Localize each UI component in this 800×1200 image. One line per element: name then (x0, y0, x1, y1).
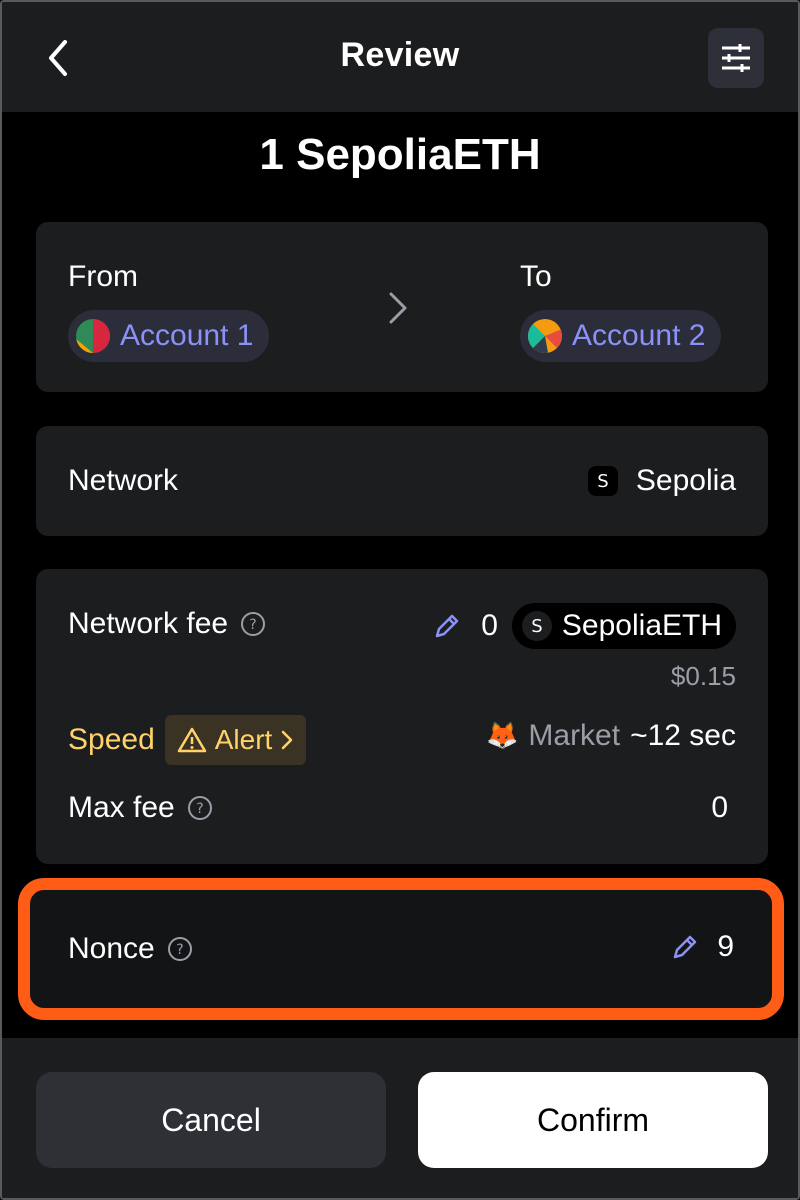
token-pill: S SepoliaETH (511, 603, 736, 649)
settings-button[interactable] (708, 28, 764, 88)
network-fee-value: 0 (481, 609, 498, 642)
svg-text:?: ? (176, 942, 183, 958)
max-fee-row-label: Max fee ? (68, 791, 213, 825)
sliders-icon (722, 44, 750, 72)
network-fee-value-group: 0 S SepoliaETH (433, 603, 736, 649)
speed-time: ~12 sec (630, 719, 736, 752)
to-label: To (520, 260, 552, 293)
question-circle-icon[interactable]: ? (167, 936, 193, 962)
from-account-name: Account 1 (120, 319, 254, 352)
speed-row-label: Speed Alert (68, 715, 307, 765)
footer-bar: Cancel Confirm (2, 1038, 798, 1198)
alert-badge[interactable]: Alert (164, 715, 307, 765)
chevron-right-icon (386, 290, 410, 331)
from-label: From (68, 260, 138, 293)
speed-label: Speed (68, 723, 155, 756)
review-screen: Review 1 SepoliaETH From Account 1 To Ac… (0, 0, 800, 1200)
fox-icon: 🦊 (486, 721, 519, 751)
max-fee-value: 0 (711, 791, 728, 824)
nonce-row-label: Nonce ? (68, 932, 193, 966)
fiat-value: $0.15 (670, 661, 736, 691)
to-account-pill[interactable]: Account 2 (520, 310, 722, 362)
sepolia-network-icon: S (587, 466, 618, 496)
network-value-group: S Sepolia (587, 464, 736, 498)
network-fee-label: Network fee (68, 607, 229, 640)
to-account-name: Account 2 (572, 319, 706, 352)
transfer-amount: 1 SepoliaETH (259, 130, 541, 179)
from-account-pill[interactable]: Account 1 (68, 310, 270, 362)
question-circle-icon[interactable]: ? (240, 611, 266, 637)
svg-text:?: ? (249, 617, 256, 633)
speed-mode: Market (528, 719, 621, 752)
speed-value-group[interactable]: 🦊 Market ~12 sec (486, 719, 736, 753)
svg-text:?: ? (196, 801, 203, 817)
pencil-icon[interactable] (433, 612, 461, 640)
pencil-icon[interactable] (671, 933, 699, 961)
nonce-value: 9 (717, 930, 734, 963)
confirm-button[interactable]: Confirm (418, 1072, 768, 1168)
network-label: Network (68, 464, 179, 497)
network-card: Network S Sepolia (36, 426, 768, 536)
accounts-card: From Account 1 To Account 2 (36, 222, 768, 392)
fees-card: Network fee ? 0 S SepoliaETH $0.15 Speed… (36, 569, 768, 864)
question-circle-icon[interactable]: ? (187, 795, 213, 821)
account-1-avatar (76, 319, 110, 353)
max-fee-label: Max fee (68, 791, 175, 824)
chevron-right-icon (282, 730, 293, 750)
network-fee-row-label: Network fee ? (68, 607, 266, 641)
header-bar: Review (2, 2, 798, 112)
network-name: Sepolia (635, 464, 736, 497)
token-symbol: SepoliaETH (561, 609, 722, 642)
nonce-value-group: 9 (671, 930, 734, 964)
nonce-label: Nonce (68, 932, 155, 965)
account-2-avatar (528, 319, 562, 353)
nonce-card: Nonce ? 9 (18, 878, 784, 1020)
warning-triangle-icon (177, 727, 206, 753)
alert-label: Alert (214, 724, 273, 755)
page-title: Review (340, 36, 460, 74)
cancel-button[interactable]: Cancel (36, 1072, 386, 1168)
sepolia-token-icon: S (521, 611, 552, 641)
